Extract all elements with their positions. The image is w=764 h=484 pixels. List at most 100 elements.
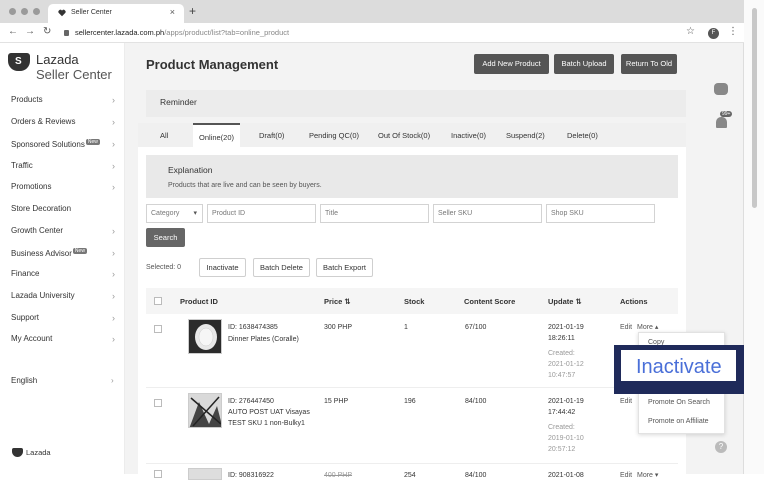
sidebar-item-support[interactable]: Support › bbox=[11, 313, 117, 329]
notification-badge: 99+ bbox=[720, 111, 733, 117]
product-name[interactable]: AUTO POST UAT Visayas TEST SKU 1 non-Bul… bbox=[228, 407, 320, 429]
product-thumbnail[interactable] bbox=[188, 319, 222, 354]
tab-all[interactable]: All bbox=[160, 131, 168, 140]
sidebar-item-traffic[interactable]: Traffic › bbox=[11, 161, 117, 177]
sidebar-item-sponsored-solutions[interactable]: Sponsored Solutions New › bbox=[11, 139, 117, 155]
sidebar-item-store-decoration[interactable]: Store Decoration bbox=[11, 204, 117, 220]
updated-date: 2021-01-19 bbox=[548, 398, 584, 405]
select-all-checkbox[interactable] bbox=[154, 297, 162, 305]
sidebar-item-orders-reviews[interactable]: Orders & Reviews › bbox=[11, 117, 117, 133]
chevron-right-icon: › bbox=[112, 334, 115, 344]
seller-sku-input[interactable]: Seller SKU bbox=[433, 204, 542, 223]
more-dropdown[interactable]: More ▾ bbox=[637, 470, 658, 481]
seller-sku-placeholder: Seller SKU bbox=[438, 210, 473, 217]
batch-upload-button[interactable]: Batch Upload bbox=[554, 54, 614, 74]
chevron-right-icon: › bbox=[112, 226, 115, 236]
chat-icon[interactable] bbox=[714, 83, 728, 95]
product-stock[interactable]: 196 bbox=[404, 396, 416, 407]
browser-window: Seller Center × + ← → ↻ sellercenter.laz… bbox=[0, 0, 744, 480]
close-window-dot[interactable] bbox=[9, 8, 16, 15]
forward-arrow-icon[interactable]: → bbox=[25, 26, 35, 37]
browser-tab[interactable]: Seller Center × bbox=[48, 4, 184, 23]
updated-time: 18:26:11 bbox=[548, 335, 575, 342]
title-input[interactable]: Title bbox=[320, 204, 429, 223]
tab-pending-qc[interactable]: Pending QC(0) bbox=[309, 131, 359, 140]
page-scrollbar[interactable] bbox=[744, 0, 764, 474]
tab-online[interactable]: Online(20) bbox=[193, 123, 241, 147]
explanation-heading: Explanation bbox=[168, 165, 213, 175]
sidebar-item-lazada-university[interactable]: Lazada University › bbox=[11, 291, 117, 307]
add-new-product-button[interactable]: Add New Product bbox=[474, 54, 549, 74]
search-button[interactable]: Search bbox=[146, 228, 185, 247]
sidebar-item-business-advisor[interactable]: Business Advisor New › bbox=[11, 248, 117, 264]
product-stock[interactable]: 1 bbox=[404, 322, 408, 333]
menu-item-promote-affiliate[interactable]: Promote on Affiliate bbox=[648, 418, 709, 425]
product-stock[interactable]: 254 bbox=[404, 470, 416, 481]
batch-delete-button[interactable]: Batch Delete bbox=[253, 258, 310, 277]
minimize-window-dot[interactable] bbox=[21, 8, 28, 15]
product-id[interactable]: ID: 908316922 bbox=[228, 470, 274, 481]
tab-delete[interactable]: Delete(0) bbox=[567, 131, 598, 140]
browser-menu-icon[interactable]: ⋮ bbox=[728, 26, 738, 37]
edit-link[interactable]: Edit bbox=[620, 396, 632, 407]
url-field[interactable]: sellercenter.lazada.com.ph/apps/product/… bbox=[64, 28, 289, 37]
sidebar-item-promotions[interactable]: Promotions › bbox=[11, 182, 117, 198]
chevron-right-icon: › bbox=[111, 376, 114, 385]
sidebar-item-label: Lazada University bbox=[11, 291, 75, 300]
test-image-icon bbox=[189, 394, 221, 427]
row-checkbox[interactable] bbox=[154, 325, 162, 333]
notification-bell-icon[interactable] bbox=[716, 117, 727, 128]
chevron-right-icon: › bbox=[112, 291, 115, 301]
tab-draft[interactable]: Draft(0) bbox=[259, 131, 284, 140]
sidebar-item-my-account[interactable]: My Account › bbox=[11, 334, 117, 350]
row-checkbox[interactable] bbox=[154, 470, 162, 478]
return-to-old-button[interactable]: Return To Old bbox=[621, 54, 677, 74]
category-select[interactable]: Category ▾ bbox=[146, 204, 203, 223]
product-id[interactable]: ID: 1638474385 bbox=[228, 322, 278, 333]
scrollbar-thumb[interactable] bbox=[752, 8, 757, 208]
product-id[interactable]: ID: 276447450 bbox=[228, 396, 274, 407]
table-row: ID: 1638474385 Dinner Plates (Coralle) 3… bbox=[146, 314, 678, 388]
sidebar-item-finance[interactable]: Finance › bbox=[11, 269, 117, 285]
back-arrow-icon[interactable]: ← bbox=[8, 26, 18, 37]
reminder-bar[interactable]: Reminder bbox=[146, 90, 686, 117]
product-price[interactable]: 400 PHP bbox=[324, 470, 352, 481]
tab-inactive[interactable]: Inactive(0) bbox=[451, 131, 486, 140]
product-thumbnail[interactable] bbox=[188, 393, 222, 428]
sidebar-item-products[interactable]: Products › bbox=[11, 95, 117, 111]
shop-sku-input[interactable]: Shop SKU bbox=[546, 204, 655, 223]
profile-avatar[interactable]: F bbox=[708, 28, 719, 39]
tab-suspend[interactable]: Suspend(2) bbox=[506, 131, 545, 140]
inactivate-menu-item-highlight[interactable]: Inactivate bbox=[614, 345, 744, 394]
table-row: ID: 276447450 AUTO POST UAT Visayas TEST… bbox=[146, 388, 678, 464]
content-score: 67/100 bbox=[465, 324, 487, 331]
product-id-input[interactable]: Product ID bbox=[207, 204, 316, 223]
edit-link[interactable]: Edit bbox=[620, 470, 632, 481]
tab-close-icon[interactable]: × bbox=[170, 7, 175, 17]
tab-out-of-stock[interactable]: Out Of Stock(0) bbox=[378, 131, 430, 140]
selected-count: Selected: 0 bbox=[146, 264, 182, 271]
product-price[interactable]: 15 PHP bbox=[324, 396, 348, 407]
product-name[interactable]: Dinner Plates (Coralle) bbox=[228, 334, 299, 345]
product-thumbnail[interactable] bbox=[188, 468, 222, 480]
help-icon[interactable]: ? bbox=[715, 441, 727, 453]
bookmark-star-icon[interactable]: ☆ bbox=[686, 26, 695, 37]
chevron-right-icon: › bbox=[112, 161, 115, 171]
inactivate-button[interactable]: Inactivate bbox=[199, 258, 246, 277]
footer-brand: Lazada bbox=[26, 448, 51, 457]
batch-export-button[interactable]: Batch Export bbox=[316, 258, 373, 277]
sidebar-item-label: Growth Center bbox=[11, 226, 64, 235]
menu-item-promote-search[interactable]: Promote On Search bbox=[648, 399, 710, 406]
sidebar-item-growth-center[interactable]: Growth Center › bbox=[11, 226, 117, 242]
new-tab-button[interactable]: + bbox=[189, 4, 196, 18]
header-price[interactable]: Price ⇅ bbox=[324, 297, 351, 306]
maximize-window-dot[interactable] bbox=[33, 8, 40, 15]
edit-link[interactable]: Edit bbox=[620, 322, 632, 333]
header-update[interactable]: Update ⇅ bbox=[548, 297, 582, 306]
inactivate-menu-label[interactable]: Inactivate bbox=[636, 356, 722, 379]
reload-icon[interactable]: ↻ bbox=[43, 26, 51, 37]
sidebar-item-label: Promotions bbox=[11, 182, 52, 191]
row-checkbox[interactable] bbox=[154, 399, 162, 407]
language-selector[interactable]: English › bbox=[11, 376, 114, 385]
product-price[interactable]: 300 PHP bbox=[324, 322, 352, 333]
